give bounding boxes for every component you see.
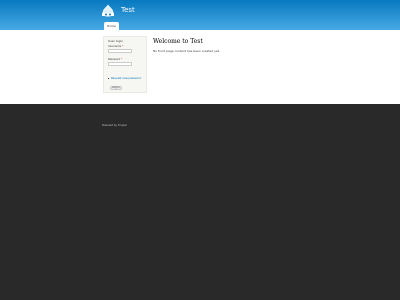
user-login-block: User login Username * Password * Request… <box>103 36 147 93</box>
list-bullet <box>108 78 109 79</box>
footer-credit-link[interactable]: Powered by Drupal <box>102 124 127 127</box>
page-title: Welcome to Test <box>153 38 203 45</box>
login-button[interactable]: Log in <box>110 86 122 90</box>
main-content-area: User login Username * Password * Request… <box>0 30 400 104</box>
password-label: Password * <box>108 58 122 61</box>
login-block-title: User login <box>108 39 124 43</box>
site-header: Test Home <box>0 0 400 30</box>
username-label: Username * <box>108 45 123 48</box>
username-label-text: Username <box>108 45 122 48</box>
username-input[interactable] <box>108 49 132 53</box>
nav-tab-home[interactable]: Home <box>104 22 119 30</box>
required-marker: * <box>120 58 123 61</box>
request-password-link[interactable]: Request new password <box>111 77 141 80</box>
site-footer: Powered by Drupal <box>0 104 400 300</box>
required-marker: * <box>122 45 124 48</box>
drupal-logo-icon[interactable] <box>101 4 115 18</box>
password-input[interactable] <box>108 62 132 66</box>
site-name-link[interactable]: Test <box>121 6 135 14</box>
page-message: No front page content has been created y… <box>153 49 220 53</box>
password-label-text: Password <box>108 58 121 61</box>
